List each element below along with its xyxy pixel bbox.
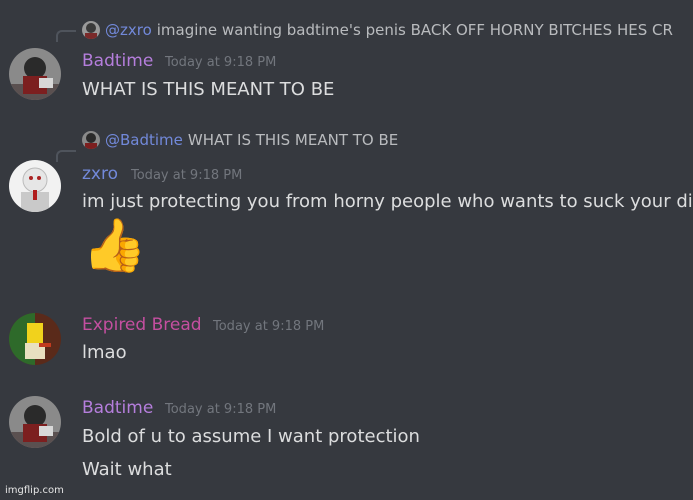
author-name[interactable]: Badtime [82, 51, 153, 71]
message-text: im just protecting you from horny people… [82, 191, 693, 212]
timestamp: Today at 9:18 PM [131, 168, 243, 183]
reply-avatar [82, 131, 100, 149]
author-name[interactable]: Expired Bread [82, 315, 202, 335]
timestamp: Today at 9:18 PM [165, 55, 277, 70]
message-text: Bold of u to assume I want protection [82, 426, 420, 447]
message-text: WHAT IS THIS MEANT TO BE [82, 79, 335, 100]
timestamp: Today at 9:18 PM [165, 402, 277, 417]
avatar[interactable] [9, 48, 61, 100]
thumbs-up-emoji[interactable]: 👍 [82, 220, 147, 272]
message-text: lmao [82, 342, 127, 363]
reply-mention[interactable]: @zxro [105, 21, 152, 39]
reply-mention[interactable]: @Badtime [105, 131, 183, 149]
author-name[interactable]: zxro [82, 164, 118, 184]
reply-connector [56, 30, 76, 42]
avatar[interactable] [9, 396, 61, 448]
message-text: Wait what [82, 459, 172, 480]
reply-text: imagine wanting badtime's penis BACK OFF… [156, 21, 673, 39]
avatar[interactable] [9, 313, 61, 365]
watermark: imgflip.com [5, 485, 64, 496]
author-name[interactable]: Badtime [82, 398, 153, 418]
timestamp: Today at 9:18 PM [213, 319, 325, 334]
reply-text: WHAT IS THIS MEANT TO BE [187, 131, 399, 149]
reply-connector [56, 150, 76, 162]
reply-avatar [82, 21, 100, 39]
reply-preview[interactable]: @zxro imagine wanting badtime's penis BA… [82, 21, 673, 39]
avatar[interactable] [9, 160, 61, 212]
reply-preview[interactable]: @Badtime WHAT IS THIS MEANT TO BE [82, 131, 398, 149]
